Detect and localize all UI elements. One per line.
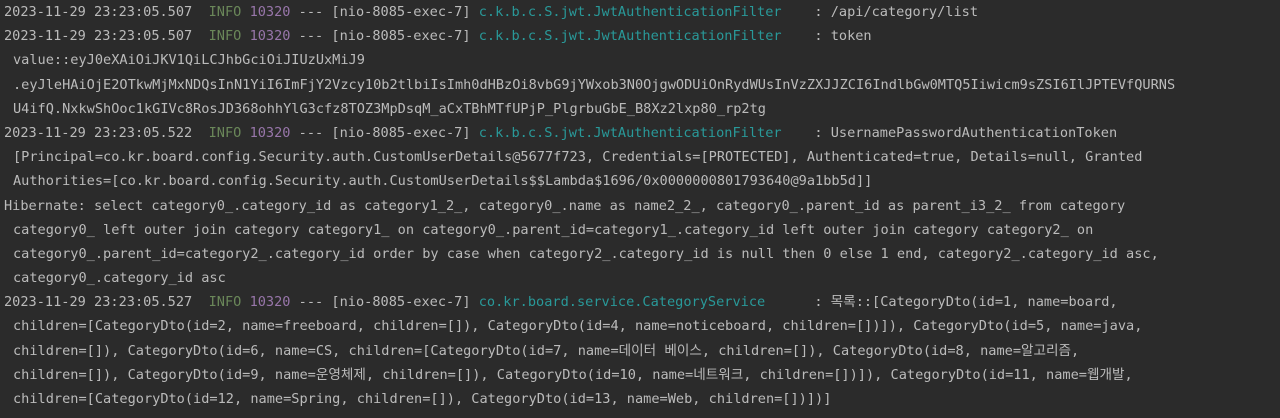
log-pid: 10320 <box>249 28 291 45</box>
log-level: INFO <box>208 294 242 311</box>
log-continuation: [Principal=co.kr.board.config.Security.a… <box>13 149 1143 166</box>
log-continuation: children=[CategoryDto(id=12, name=Spring… <box>13 391 832 407</box>
log-separator: --- <box>298 124 324 141</box>
log-thread: [nio-8085-exec-7] <box>331 28 471 45</box>
log-line: 2023-11-29 23:23:05.522 INFO 10320 --- [… <box>0 121 1280 145</box>
log-thread: [nio-8085-exec-7] <box>331 124 471 141</box>
log-line: 2023-11-29 23:23:05.507 INFO 10320 --- [… <box>0 24 1280 48</box>
log-continuation: category0_.parent_id=category2_.category… <box>13 245 1159 262</box>
log-continuation: children=[]), CategoryDto(id=6, name=CS,… <box>13 342 1080 359</box>
log-continuation: Authorities=[co.kr.board.config.Security… <box>13 173 873 190</box>
log-logger[interactable]: c.k.b.c.S.jwt.JwtAuthenticationFilter <box>479 125 782 141</box>
log-logger-pad <box>782 28 815 44</box>
log-timestamp: 2023-11-29 23:23:05.522 <box>4 124 193 141</box>
log-logger[interactable]: c.k.b.c.S.jwt.JwtAuthenticationFilter <box>479 28 782 44</box>
log-line: 2023-11-29 23:23:05.527 INFO 10320 --- [… <box>0 290 1280 314</box>
log-line: 2023-11-29 23:23:05.507 INFO 10320 --- [… <box>0 0 1280 24</box>
log-continuation: category0_.category_id asc <box>13 270 226 287</box>
log-continuation: children=[CategoryDto(id=2, name=freeboa… <box>13 318 1143 335</box>
log-message: : UsernamePasswordAuthenticationToken <box>814 124 1118 141</box>
log-level: INFO <box>208 4 242 20</box>
log-timestamp: 2023-11-29 23:23:05.527 <box>4 294 193 311</box>
log-logger-pad <box>765 294 814 310</box>
log-pid: 10320 <box>249 4 291 20</box>
log-separator: --- <box>298 294 324 311</box>
console-output[interactable]: 2023-11-29 23:23:05.507 INFO 10320 --- [… <box>0 0 1280 411</box>
log-continuation: value::eyJ0eXAiOiJKV1QiLCJhbGciOiJIUzUxM… <box>13 52 365 69</box>
log-pid: 10320 <box>249 124 291 141</box>
log-level: INFO <box>208 28 242 45</box>
log-separator: --- <box>298 28 324 45</box>
log-separator: --- <box>298 4 324 20</box>
log-timestamp: 2023-11-29 23:23:05.507 <box>4 4 193 20</box>
log-thread: [nio-8085-exec-7] <box>331 4 471 20</box>
log-continuation: category0_ left outer join category cate… <box>13 221 1094 238</box>
log-message: : /api/category/list <box>814 4 979 20</box>
log-logger[interactable]: co.kr.board.service.CategoryService <box>479 294 765 310</box>
log-logger-pad <box>782 125 815 141</box>
log-message: : token <box>814 28 872 45</box>
log-logger[interactable]: c.k.b.c.S.jwt.JwtAuthenticationFilter <box>479 4 782 20</box>
hibernate-sql-line: Hibernate: select category0_.category_id… <box>4 197 1126 214</box>
log-thread: [nio-8085-exec-7] <box>331 294 471 311</box>
log-continuation: U4ifQ.NxkwShOoc1kGIVc8RosJD368ohhYlG3cfz… <box>13 100 766 117</box>
log-message: : 목록::[CategoryDto(id=1, name=board, <box>814 294 1118 311</box>
log-continuation: .eyJleHAiOjE2OTkwMjMxNDQsInN1YiI6ImFjY2V… <box>13 76 1176 93</box>
log-logger-pad <box>782 4 815 20</box>
log-continuation: children=[]), CategoryDto(id=9, name=운영체… <box>13 366 1133 383</box>
log-level: INFO <box>208 124 242 141</box>
log-pid: 10320 <box>249 294 291 311</box>
log-timestamp: 2023-11-29 23:23:05.507 <box>4 28 193 45</box>
